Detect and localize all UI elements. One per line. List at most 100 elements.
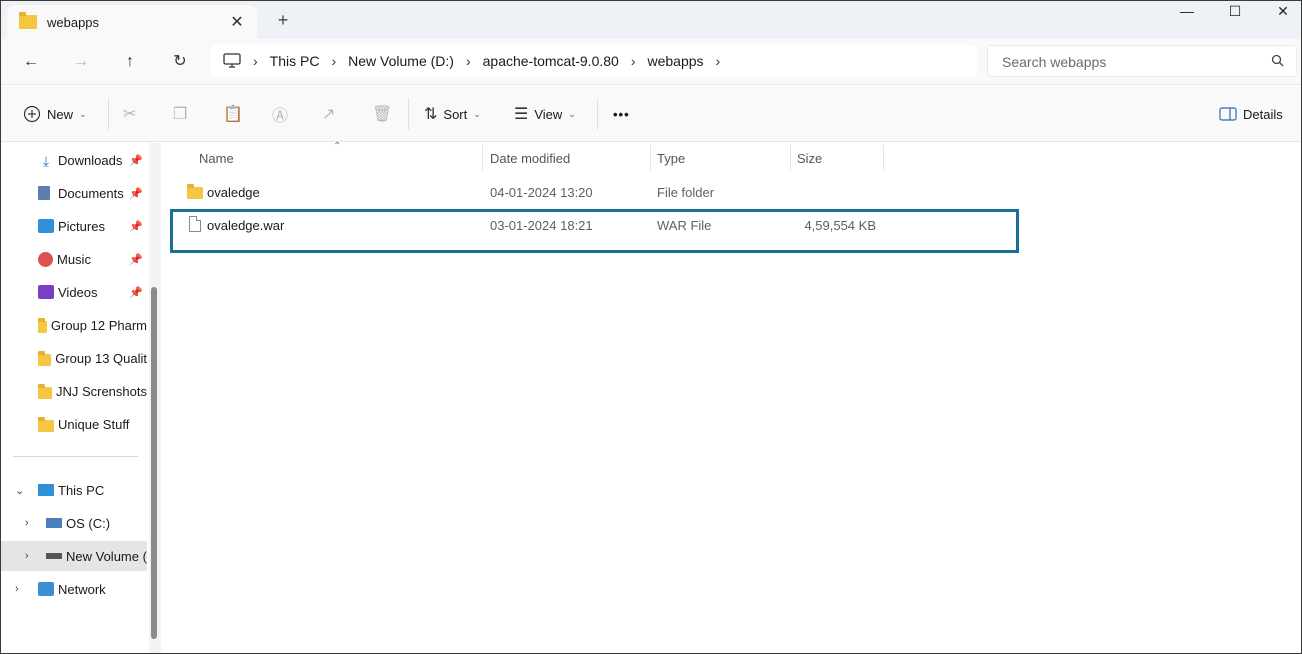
divider [408, 98, 409, 130]
cut-button[interactable]: ✂ [123, 103, 142, 125]
plus-circle-icon [23, 105, 41, 123]
pin-icon[interactable]: 📌 [129, 220, 143, 233]
copy-icon: ❐ [173, 106, 188, 123]
sidebar-item-jnj-screenshots[interactable]: JNJ Screnshots [1, 376, 147, 406]
chevron-down-icon: ⌄ [568, 108, 576, 119]
breadcrumb-new-volume[interactable]: New Volume (D:) [348, 53, 454, 69]
tab-webapps[interactable]: webapps ✕ [7, 5, 257, 39]
command-bar: New ⌄ ✂ ❐ 📋 Ⓐ ↗ 🗑 ⇅ Sort ⌄ ☰ View ⌄ ••• … [1, 86, 1301, 142]
address-row: ← → ↑ ↻ › This PC › New Volume (D:) › ap… [1, 39, 1301, 85]
back-button[interactable]: ← [18, 50, 44, 74]
view-button[interactable]: ☰ View ⌄ [514, 103, 576, 125]
videos-icon [38, 285, 54, 299]
rename-button[interactable]: Ⓐ [272, 103, 294, 125]
pin-icon[interactable]: 📌 [129, 253, 143, 266]
column-header-date[interactable]: Date modified [490, 143, 570, 173]
documents-icon [38, 186, 50, 200]
sidebar-item-new-volume[interactable]: › New Volume (D [1, 541, 147, 571]
network-icon [38, 582, 54, 596]
paste-button[interactable]: 📋 [223, 103, 249, 125]
breadcrumb-separator[interactable]: › [253, 53, 258, 69]
tab-title: webapps [47, 14, 100, 30]
new-button[interactable]: New ⌄ [23, 103, 87, 125]
divider [597, 98, 598, 130]
drive-icon [46, 553, 62, 559]
folder-icon [187, 184, 203, 199]
sidebar-item-os-c[interactable]: › OS (C:) [1, 508, 147, 538]
share-button[interactable]: ↗ [322, 103, 341, 125]
new-label: New [47, 106, 74, 122]
sidebar-item-group-12[interactable]: Group 12 Pharm [1, 310, 147, 340]
search-input[interactable]: Search webapps [987, 45, 1297, 77]
column-divider[interactable] [790, 145, 791, 171]
column-header-size[interactable]: Size [797, 143, 822, 173]
forward-button[interactable]: → [68, 50, 94, 74]
breadcrumb-this-pc[interactable]: This PC [270, 53, 320, 69]
copy-button[interactable]: ❐ [173, 103, 193, 125]
highlight-box [170, 209, 1019, 253]
breadcrumb-apache-tomcat[interactable]: apache-tomcat-9.0.80 [483, 53, 619, 69]
breadcrumb-separator[interactable]: › [331, 53, 336, 69]
pin-icon[interactable]: 📌 [129, 286, 143, 299]
column-divider[interactable] [883, 145, 884, 171]
sidebar-item-pictures[interactable]: Pictures 📌 [1, 211, 147, 241]
chevron-down-icon[interactable]: ⌄ [15, 484, 24, 497]
sidebar-item-this-pc[interactable]: ⌄ This PC [1, 475, 147, 505]
divider [108, 98, 109, 130]
trash-icon: 🗑 [372, 106, 393, 123]
sort-button[interactable]: ⇅ Sort ⌄ [424, 103, 481, 125]
music-icon [38, 251, 53, 267]
folder-icon [38, 350, 52, 366]
search-icon [1271, 54, 1284, 67]
view-label: View [534, 106, 563, 122]
tab-close-button[interactable]: ✕ [223, 12, 251, 32]
folder-icon [19, 12, 37, 29]
minimize-button[interactable]: — [1167, 1, 1207, 23]
refresh-button[interactable]: ↻ [167, 50, 193, 74]
computer-icon [38, 484, 54, 496]
column-divider[interactable] [482, 145, 483, 171]
scissors-icon: ✂ [123, 106, 137, 123]
more-options-button[interactable]: ••• [613, 103, 630, 125]
chevron-right-icon[interactable]: › [25, 517, 29, 529]
folder-icon [38, 383, 52, 399]
chevron-down-icon: ⌄ [79, 108, 87, 119]
chevron-down-icon: ⌄ [473, 108, 481, 119]
details-label: Details [1243, 106, 1283, 122]
breadcrumb[interactable]: › This PC › New Volume (D:) › apache-tom… [211, 45, 977, 77]
sidebar-item-documents[interactable]: Documents 📌 [1, 178, 147, 208]
sidebar-item-unique-stuff[interactable]: Unique Stuff [1, 409, 147, 439]
column-header-type[interactable]: Type [657, 143, 685, 173]
up-button[interactable]: ↑ [117, 50, 143, 74]
column-header-name[interactable]: Name [199, 143, 234, 173]
sort-ascending-icon: ⌃ [333, 141, 342, 152]
sidebar-item-network[interactable]: › Network [1, 574, 147, 604]
chevron-right-icon[interactable]: › [25, 550, 29, 562]
chevron-right-icon[interactable]: › [15, 583, 19, 595]
search-placeholder: Search webapps [1002, 54, 1107, 70]
sidebar-item-group-13[interactable]: Group 13 Qualit [1, 343, 147, 373]
sidebar-item-downloads[interactable]: ⤓ Downloads 📌 [1, 145, 147, 175]
close-button[interactable]: ✕ [1263, 1, 1301, 23]
folder-icon [38, 416, 54, 432]
breadcrumb-separator[interactable]: › [716, 53, 721, 69]
title-bar: webapps ✕ + — ☐ ✕ [1, 1, 1301, 39]
details-button[interactable]: Details [1219, 103, 1283, 125]
scrollbar-thumb[interactable] [151, 287, 157, 639]
table-row[interactable]: ovaledge 04-01-2024 13:20 File folder [171, 176, 1017, 209]
breadcrumb-separator[interactable]: › [631, 53, 636, 69]
sidebar-item-music[interactable]: Music 📌 [1, 244, 147, 274]
maximize-button[interactable]: ☐ [1215, 1, 1255, 23]
breadcrumb-separator[interactable]: › [466, 53, 471, 69]
pin-icon[interactable]: 📌 [129, 154, 143, 167]
navigation-pane: ⤓ Downloads 📌 Documents 📌 Pictures 📌 Mus… [1, 143, 147, 653]
breadcrumb-webapps[interactable]: webapps [648, 53, 704, 69]
sidebar-scrollbar[interactable] [149, 143, 161, 653]
computer-icon [223, 53, 241, 68]
delete-button[interactable]: 🗑 [372, 103, 398, 125]
column-divider[interactable] [650, 145, 651, 171]
new-tab-button[interactable]: + [271, 9, 295, 31]
sidebar-item-videos[interactable]: Videos 📌 [1, 277, 147, 307]
share-icon: ↗ [322, 106, 336, 123]
pin-icon[interactable]: 📌 [129, 187, 143, 200]
